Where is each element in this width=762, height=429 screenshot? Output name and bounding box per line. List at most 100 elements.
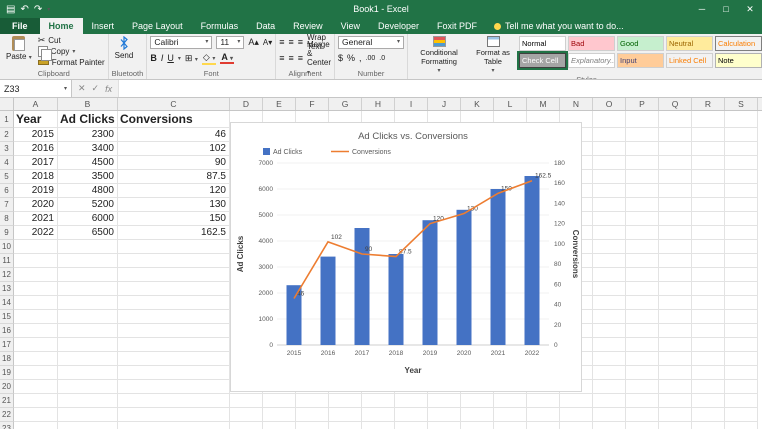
cell-S7[interactable] xyxy=(725,198,758,212)
enter-formula-icon[interactable]: ✓ xyxy=(92,83,100,94)
cell-B14[interactable] xyxy=(58,296,118,310)
cell-P18[interactable] xyxy=(626,352,659,366)
column-header-Q[interactable]: Q xyxy=(659,98,692,110)
cell-J21[interactable] xyxy=(428,394,461,408)
cell-S23[interactable] xyxy=(725,422,758,429)
cell-O16[interactable] xyxy=(593,324,626,338)
cell-S22[interactable] xyxy=(725,408,758,422)
increase-decimal-button[interactable]: .00 xyxy=(366,55,376,62)
cell-A2[interactable]: 2015 xyxy=(14,128,58,142)
cell-L22[interactable] xyxy=(494,408,527,422)
cell-Q17[interactable] xyxy=(659,338,692,352)
align-right-icon[interactable]: ≡ xyxy=(298,53,303,63)
cell-P1[interactable] xyxy=(626,111,659,128)
cell-P2[interactable] xyxy=(626,128,659,142)
cell-R10[interactable] xyxy=(692,240,725,254)
cell-S9[interactable] xyxy=(725,226,758,240)
cell-Q8[interactable] xyxy=(659,212,692,226)
cell-A12[interactable] xyxy=(14,268,58,282)
column-header-D[interactable]: D xyxy=(230,98,263,110)
cell-A16[interactable] xyxy=(14,324,58,338)
cell-P3[interactable] xyxy=(626,142,659,156)
column-header-K[interactable]: K xyxy=(461,98,494,110)
cell-Q11[interactable] xyxy=(659,254,692,268)
cell-O10[interactable] xyxy=(593,240,626,254)
cell-O19[interactable] xyxy=(593,366,626,380)
italic-button[interactable]: I xyxy=(161,53,164,63)
conditional-formatting-button[interactable]: Conditional Formatting ▾ xyxy=(411,35,467,75)
cell-S11[interactable] xyxy=(725,254,758,268)
name-box[interactable]: Z33 ▾ xyxy=(0,80,72,97)
bluetooth-send-button[interactable]: Send xyxy=(112,35,137,61)
cell-O22[interactable] xyxy=(593,408,626,422)
chart[interactable]: 0 1000 2000 3000 4000 5000 6000 7000 0 20 40 60 80 10… xyxy=(230,122,582,392)
cell-A11[interactable] xyxy=(14,254,58,268)
cell-P6[interactable] xyxy=(626,184,659,198)
cell-S4[interactable] xyxy=(725,156,758,170)
cell-style-note[interactable]: Note xyxy=(715,53,762,68)
cell-S15[interactable] xyxy=(725,310,758,324)
tab-view[interactable]: View xyxy=(332,18,369,34)
row-header-6[interactable]: 6 xyxy=(0,184,14,198)
cell-H23[interactable] xyxy=(362,422,395,429)
row-header-23[interactable]: 23 xyxy=(0,422,14,429)
cell-Q13[interactable] xyxy=(659,282,692,296)
cell-R12[interactable] xyxy=(692,268,725,282)
tab-insert[interactable]: Insert xyxy=(83,18,124,34)
formula-input[interactable] xyxy=(119,80,762,97)
cell-B13[interactable] xyxy=(58,282,118,296)
cell-R20[interactable] xyxy=(692,380,725,394)
cell-C21[interactable] xyxy=(118,394,230,408)
cell-A9[interactable]: 2022 xyxy=(14,226,58,240)
cell-S17[interactable] xyxy=(725,338,758,352)
cell-R18[interactable] xyxy=(692,352,725,366)
cell-O9[interactable] xyxy=(593,226,626,240)
row-header-1[interactable]: 1 xyxy=(0,111,14,128)
cell-Q14[interactable] xyxy=(659,296,692,310)
cell-M23[interactable] xyxy=(527,422,560,429)
cell-B22[interactable] xyxy=(58,408,118,422)
cell-J23[interactable] xyxy=(428,422,461,429)
cell-N23[interactable] xyxy=(560,422,593,429)
cell-D22[interactable] xyxy=(230,408,263,422)
cell-P16[interactable] xyxy=(626,324,659,338)
cell-A13[interactable] xyxy=(14,282,58,296)
cell-C22[interactable] xyxy=(118,408,230,422)
cell-C15[interactable] xyxy=(118,310,230,324)
cell-P11[interactable] xyxy=(626,254,659,268)
cell-Q19[interactable] xyxy=(659,366,692,380)
cell-S20[interactable] xyxy=(725,380,758,394)
cell-Q23[interactable] xyxy=(659,422,692,429)
cell-B1[interactable]: Ad Clicks xyxy=(58,111,118,128)
cell-style-linked-cell[interactable]: Linked Cell xyxy=(666,53,714,68)
column-header-I[interactable]: I xyxy=(395,98,428,110)
cell-N21[interactable] xyxy=(560,394,593,408)
cell-Q5[interactable] xyxy=(659,170,692,184)
cell-A1[interactable]: Year xyxy=(14,111,58,128)
column-header-P[interactable]: P xyxy=(626,98,659,110)
cell-C23[interactable] xyxy=(118,422,230,429)
cell-D23[interactable] xyxy=(230,422,263,429)
cut-button[interactable]: ✂ Cut xyxy=(38,36,105,46)
tab-foxit-pdf[interactable]: Foxit PDF xyxy=(428,18,486,34)
row-header-16[interactable]: 16 xyxy=(0,324,14,338)
cell-style-good[interactable]: Good xyxy=(617,36,665,51)
cell-A4[interactable]: 2017 xyxy=(14,156,58,170)
column-header-C[interactable]: C xyxy=(118,98,230,110)
cell-S19[interactable] xyxy=(725,366,758,380)
cell-C14[interactable] xyxy=(118,296,230,310)
cell-O17[interactable] xyxy=(593,338,626,352)
cell-C13[interactable] xyxy=(118,282,230,296)
cell-O12[interactable] xyxy=(593,268,626,282)
cell-Q21[interactable] xyxy=(659,394,692,408)
cell-E21[interactable] xyxy=(263,394,296,408)
cell-S16[interactable] xyxy=(725,324,758,338)
cell-C16[interactable] xyxy=(118,324,230,338)
cell-B16[interactable] xyxy=(58,324,118,338)
cell-C7[interactable]: 130 xyxy=(118,198,230,212)
cell-C4[interactable]: 90 xyxy=(118,156,230,170)
cell-R1[interactable] xyxy=(692,111,725,128)
cell-C2[interactable]: 46 xyxy=(118,128,230,142)
row-header-17[interactable]: 17 xyxy=(0,338,14,352)
cell-P8[interactable] xyxy=(626,212,659,226)
